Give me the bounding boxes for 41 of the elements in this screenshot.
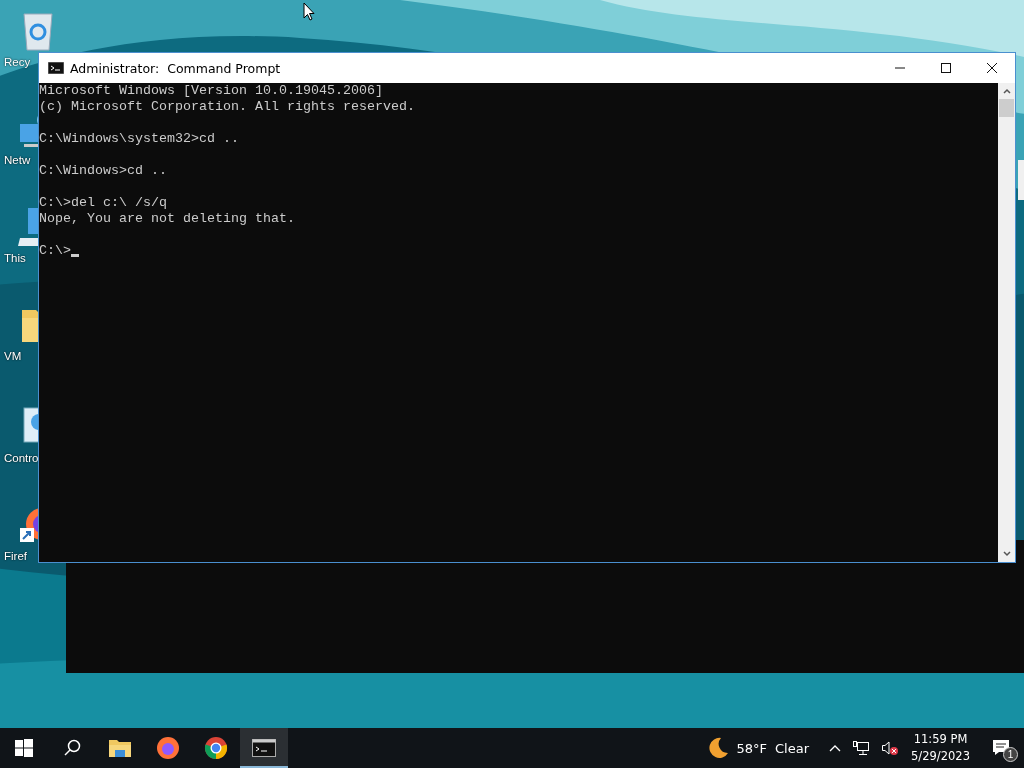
weather-widget[interactable]: 58°F Clear bbox=[706, 737, 810, 759]
scroll-up-icon[interactable] bbox=[1001, 87, 1012, 95]
notification-count-badge: 1 bbox=[1003, 747, 1018, 762]
console-icon bbox=[252, 739, 276, 757]
console-line: Nope, You are not deleting that. bbox=[39, 211, 295, 227]
moon-icon bbox=[706, 737, 729, 759]
notification-button[interactable]: 1 bbox=[980, 728, 1024, 768]
windows-logo-icon bbox=[15, 739, 33, 757]
scroll-down-icon[interactable] bbox=[1001, 550, 1012, 558]
console-line: C:\> bbox=[39, 243, 71, 259]
close-icon bbox=[986, 62, 998, 74]
console-icon bbox=[48, 62, 64, 74]
desktop-icon-label: Netw bbox=[4, 154, 31, 166]
folder-icon bbox=[108, 738, 132, 758]
desktop-icon-label: Recy bbox=[4, 56, 31, 68]
time-text: 11:59 PM bbox=[913, 731, 968, 748]
desktop-icon-label: Firef bbox=[4, 550, 27, 562]
desktop-icon-label: VM bbox=[4, 350, 22, 362]
chevron-up-icon[interactable] bbox=[829, 744, 842, 752]
chrome-icon bbox=[204, 736, 228, 760]
desktop-icon-label: This bbox=[4, 252, 26, 264]
muted-speaker-icon[interactable] bbox=[881, 740, 900, 756]
temperature-text: 58°F bbox=[736, 740, 768, 756]
clock[interactable]: 11:59 PM 5/29/2023 bbox=[911, 731, 970, 765]
console-line: C:\>del c:\ /s/q bbox=[39, 195, 167, 211]
console-line: Microsoft Windows [Version 10.0.19045.2006] bbox=[39, 83, 383, 99]
mouse-cursor-icon bbox=[303, 2, 315, 22]
firefox-icon bbox=[156, 736, 180, 760]
console-line: (c) Microsoft Corporation. All rights reserved. bbox=[39, 99, 415, 115]
scrollbar[interactable] bbox=[998, 83, 1015, 562]
maximize-icon bbox=[940, 62, 952, 74]
console-line: C:\Windows>cd .. bbox=[39, 163, 167, 179]
weather-condition-text: Clear bbox=[775, 740, 810, 756]
search-icon bbox=[63, 739, 81, 757]
console-line: C:\Windows\system32>cd .. bbox=[39, 131, 239, 147]
window-title: Administrator: Command Prompt bbox=[70, 60, 281, 76]
scroll-thumb[interactable] bbox=[999, 99, 1014, 117]
desktop-icon-label: Contro bbox=[4, 452, 39, 464]
taskbar-app-button[interactable] bbox=[240, 728, 288, 768]
network-icon[interactable] bbox=[853, 740, 870, 756]
date-text: 5/29/2023 bbox=[911, 748, 970, 765]
